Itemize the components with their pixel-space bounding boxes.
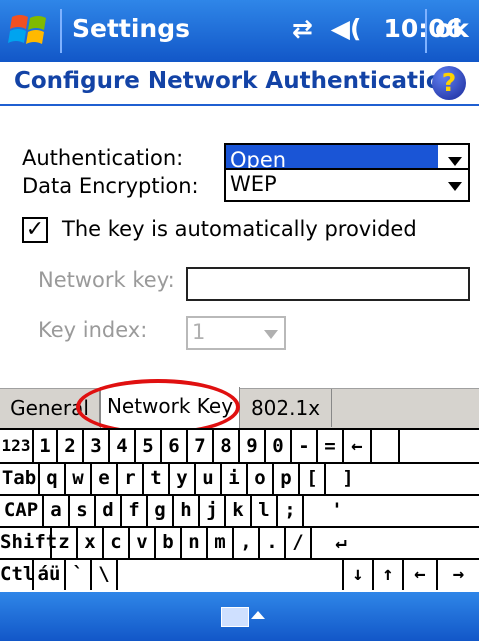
key-7[interactable]: 7 [188, 430, 214, 462]
keyboard-row-2: Tab q w e r t y u i o p [ ] [0, 462, 479, 496]
chevron-down-icon [448, 157, 462, 166]
connectivity-icon[interactable]: ⇄ [292, 14, 322, 43]
page-title: Configure Network Authentication [14, 68, 459, 94]
key-bracket-left[interactable]: [ [300, 462, 326, 494]
key-1[interactable]: 1 [34, 430, 58, 462]
tab-network-key[interactable]: Network Key [100, 387, 240, 429]
key-u[interactable]: u [196, 462, 222, 494]
key-b[interactable]: b [156, 526, 182, 558]
keyboard-row-4: Shift z x c v b n m , . / ↵ [0, 526, 479, 560]
key-intl[interactable]: áü [34, 558, 66, 590]
keyboard-row-1: 123 1 2 3 4 5 6 7 8 9 0 - = ← [0, 430, 479, 464]
chevron-down-icon [448, 182, 462, 191]
key-g[interactable]: g [148, 494, 174, 526]
key-i[interactable]: i [222, 462, 248, 494]
key-h[interactable]: h [174, 494, 200, 526]
key-z[interactable]: z [52, 526, 78, 558]
key-8[interactable]: 8 [214, 430, 240, 462]
key-index-select[interactable]: 1 [186, 316, 286, 350]
key-equals-extra [370, 430, 400, 462]
key-m[interactable]: m [208, 526, 234, 558]
key-semicolon[interactable]: ; [278, 494, 304, 526]
network-key-input[interactable] [186, 267, 470, 301]
key-equals[interactable]: = [318, 430, 344, 462]
encryption-value: WEP [230, 172, 277, 196]
key-index-value: 1 [192, 320, 206, 344]
key-shift[interactable]: Shift [0, 526, 57, 558]
title-bar: Settings ⇄ ◀︎( 10:06 ok [0, 0, 479, 62]
heading-divider [0, 104, 479, 106]
key-index-label: Key index: [38, 318, 148, 342]
key-e[interactable]: e [92, 462, 118, 494]
help-icon[interactable]: ? [432, 66, 466, 100]
key-s[interactable]: s [70, 494, 96, 526]
key-down[interactable]: ↓ [344, 558, 374, 590]
key-n[interactable]: n [182, 526, 208, 558]
network-key-label: Network key: [38, 268, 175, 292]
key-quote[interactable]: ' [304, 494, 370, 526]
keyboard-row-3: CAP a s d f g h j k l ; ' [0, 494, 479, 528]
key-3[interactable]: 3 [84, 430, 110, 462]
key-w[interactable]: w [66, 462, 92, 494]
soft-keyboard: 123 1 2 3 4 5 6 7 8 9 0 - = ← Tab q w e … [0, 428, 479, 592]
key-4[interactable]: 4 [110, 430, 136, 462]
keyboard-icon[interactable] [221, 607, 249, 627]
key-enter[interactable]: ↵ [312, 526, 370, 558]
tab-general[interactable]: General [0, 389, 100, 427]
key-a[interactable]: a [44, 494, 70, 526]
key-l[interactable]: l [252, 494, 278, 526]
key-r[interactable]: r [118, 462, 144, 494]
chevron-down-icon [264, 330, 278, 339]
key-c[interactable]: c [104, 526, 130, 558]
key-t[interactable]: t [144, 462, 170, 494]
title-separator [60, 9, 62, 53]
key-tab[interactable]: Tab [0, 462, 40, 494]
window-title: Settings [72, 14, 191, 43]
tab-802-1x[interactable]: 802.1x [240, 389, 332, 427]
encryption-select[interactable]: WEP [224, 168, 470, 202]
key-o[interactable]: o [248, 462, 274, 494]
key-9[interactable]: 9 [240, 430, 266, 462]
key-x[interactable]: x [78, 526, 104, 558]
key-6[interactable]: 6 [162, 430, 188, 462]
key-backtick[interactable]: ` [66, 558, 92, 590]
key-p[interactable]: p [274, 462, 300, 494]
key-y[interactable]: y [170, 462, 196, 494]
volume-icon[interactable]: ◀︎( [331, 14, 375, 43]
key-0[interactable]: 0 [266, 430, 292, 462]
key-v[interactable]: v [130, 526, 156, 558]
ok-button[interactable]: ok [435, 14, 469, 43]
input-menu-arrow-icon[interactable] [251, 611, 265, 619]
key-left[interactable]: ← [404, 558, 438, 590]
auto-key-label[interactable]: The key is automatically provided [62, 217, 417, 241]
title-separator-right [425, 9, 427, 53]
authentication-label: Authentication: [22, 146, 184, 170]
key-space[interactable] [118, 558, 344, 590]
key-up[interactable]: ↑ [374, 558, 404, 590]
encryption-label: Data Encryption: [22, 174, 199, 198]
key-backspace[interactable]: ← [344, 430, 370, 462]
key-5[interactable]: 5 [136, 430, 162, 462]
key-k[interactable]: k [226, 494, 252, 526]
key-f[interactable]: f [122, 494, 148, 526]
auto-key-checkbox[interactable]: ✓ [22, 217, 48, 243]
key-backslash[interactable]: \ [92, 558, 118, 590]
key-q[interactable]: q [40, 462, 66, 494]
key-caps[interactable]: CAP [0, 494, 44, 526]
key-d[interactable]: d [96, 494, 122, 526]
key-right[interactable]: → [438, 558, 479, 590]
tab-strip: General Network Key 802.1x [0, 387, 479, 429]
key-period[interactable]: . [260, 526, 286, 558]
key-slash[interactable]: / [286, 526, 312, 558]
key-ctl[interactable]: Ctl [0, 558, 34, 590]
windows-start-icon[interactable] [8, 11, 52, 49]
key-123[interactable]: 123 [0, 430, 34, 462]
key-2[interactable]: 2 [58, 430, 84, 462]
key-bracket-right[interactable]: ] [326, 462, 370, 494]
keyboard-row-5: Ctl áü ` \ ↓ ↑ ← → [0, 558, 479, 590]
key-j[interactable]: j [200, 494, 226, 526]
key-comma[interactable]: , [234, 526, 260, 558]
key-minus[interactable]: - [292, 430, 318, 462]
